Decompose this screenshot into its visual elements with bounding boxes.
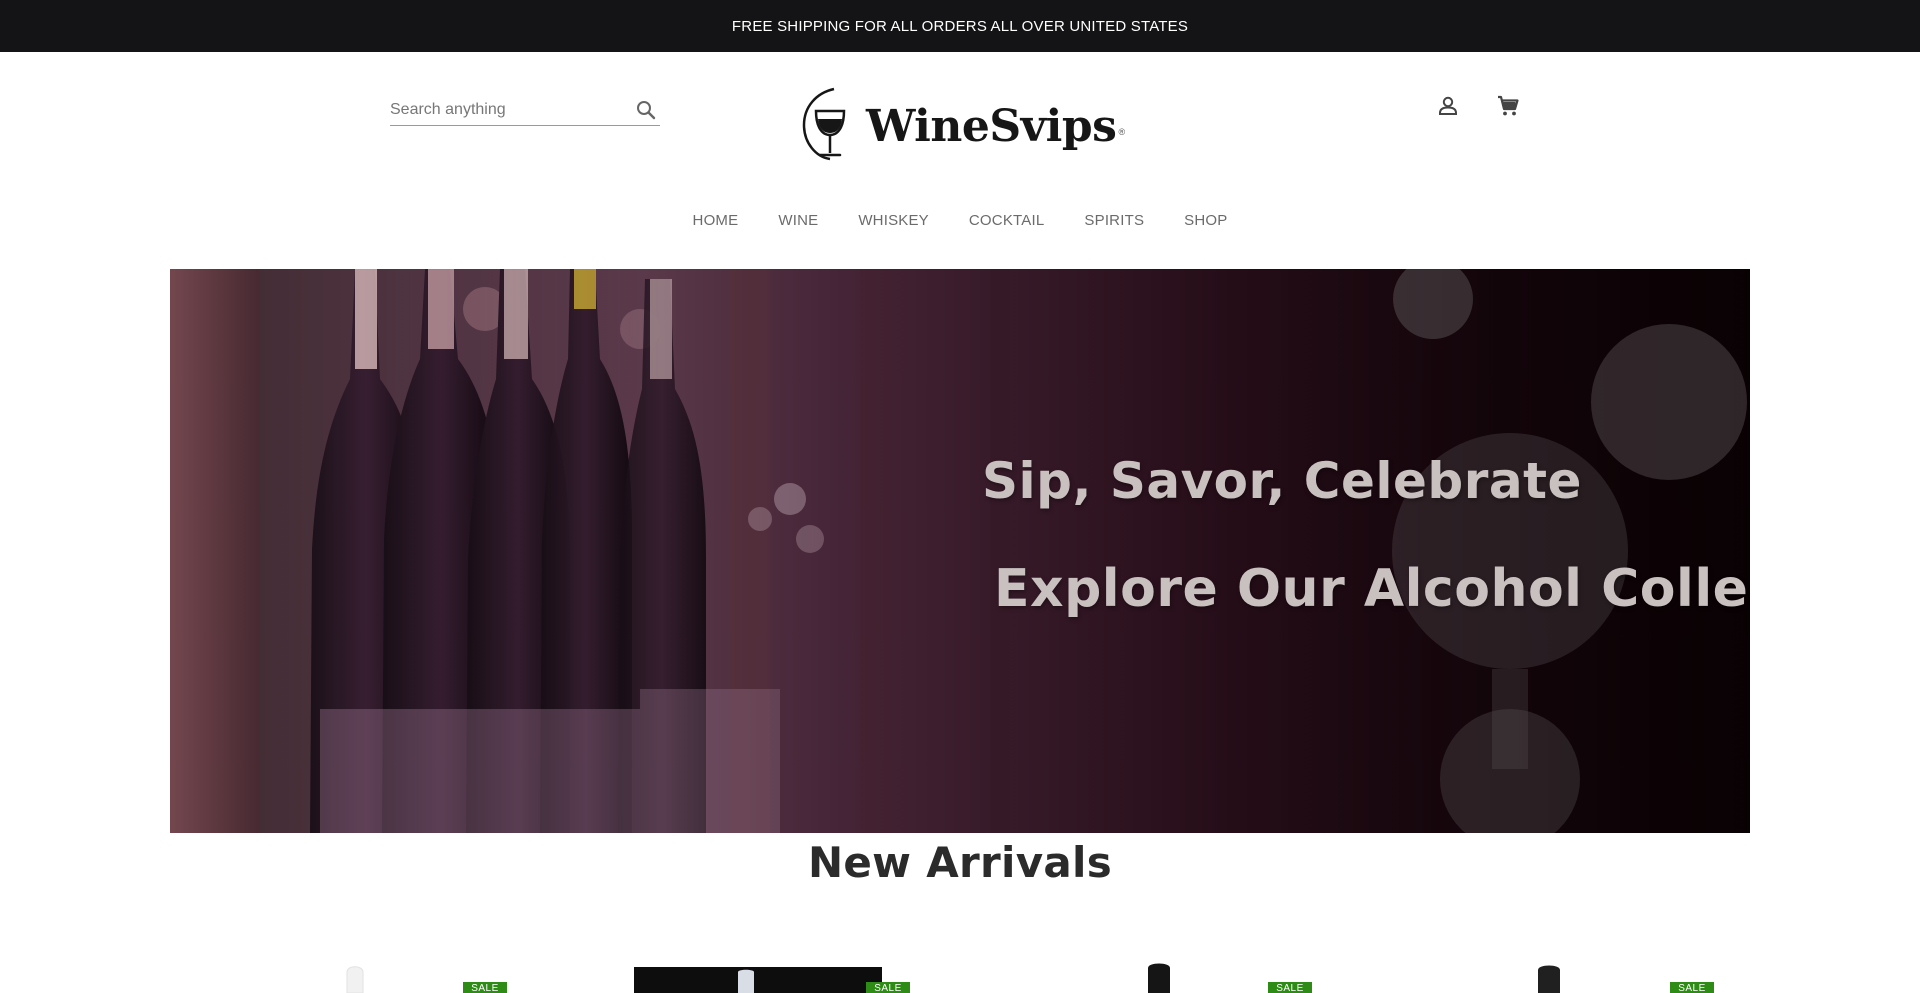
- nav-item-cocktail[interactable]: COCKTAIL: [949, 206, 1065, 236]
- nav-item-wine[interactable]: WINE: [758, 206, 838, 236]
- nav-item-whiskey[interactable]: WHISKEY: [838, 206, 949, 236]
- sale-badge: SALE: [1268, 982, 1312, 993]
- site-header: WineSvips ® HOME WINE WHISKEY COCKTAIL S…: [0, 52, 1920, 262]
- new-arrivals-title: New Arrivals: [807, 838, 1113, 887]
- product-card[interactable]: SALE: [634, 960, 910, 993]
- hero-image: [170, 269, 1750, 833]
- search-box: [390, 94, 660, 126]
- sale-badge: SALE: [866, 982, 910, 993]
- brand-name: WineSvips: [866, 100, 1117, 152]
- product-card[interactable]: SALE: [1515, 960, 1775, 993]
- user-icon[interactable]: [1434, 92, 1462, 120]
- nav-item-spirits[interactable]: SPIRITS: [1064, 206, 1164, 236]
- sale-badge: SALE: [1670, 982, 1714, 993]
- wine-glass-icon: [794, 85, 858, 168]
- search-input[interactable]: [390, 94, 620, 125]
- product-card[interactable]: SALE: [1120, 960, 1380, 993]
- hero-headline: Sip, Savor, Celebrate: [982, 452, 1582, 510]
- product-image: [335, 960, 375, 993]
- hero-subheadline: Explore Our Alcohol Collection!: [994, 559, 1750, 619]
- hero-banner[interactable]: Sip, Savor, Celebrate Explore Our Alcoho…: [170, 269, 1750, 833]
- product-card[interactable]: SALE: [300, 960, 560, 993]
- cart-icon[interactable]: [1494, 92, 1522, 120]
- product-image: [634, 960, 882, 993]
- product-image: [1140, 960, 1180, 993]
- nav-item-home[interactable]: HOME: [673, 206, 759, 236]
- main-nav: HOME WINE WHISKEY COCKTAIL SPIRITS SHOP: [0, 206, 1920, 236]
- nav-item-shop[interactable]: SHOP: [1164, 206, 1247, 236]
- announcement-text: FREE SHIPPING FOR ALL ORDERS ALL OVER UN…: [731, 17, 1189, 35]
- registered-mark: ®: [1118, 127, 1126, 137]
- announcement-bar: FREE SHIPPING FOR ALL ORDERS ALL OVER UN…: [0, 0, 1920, 52]
- sale-badge: SALE: [463, 982, 507, 993]
- product-grid: SALE SALE SALE SALE: [0, 960, 1920, 993]
- product-image: [1530, 960, 1570, 993]
- search-icon[interactable]: [634, 98, 658, 122]
- brand-logo[interactable]: WineSvips ®: [794, 85, 1125, 168]
